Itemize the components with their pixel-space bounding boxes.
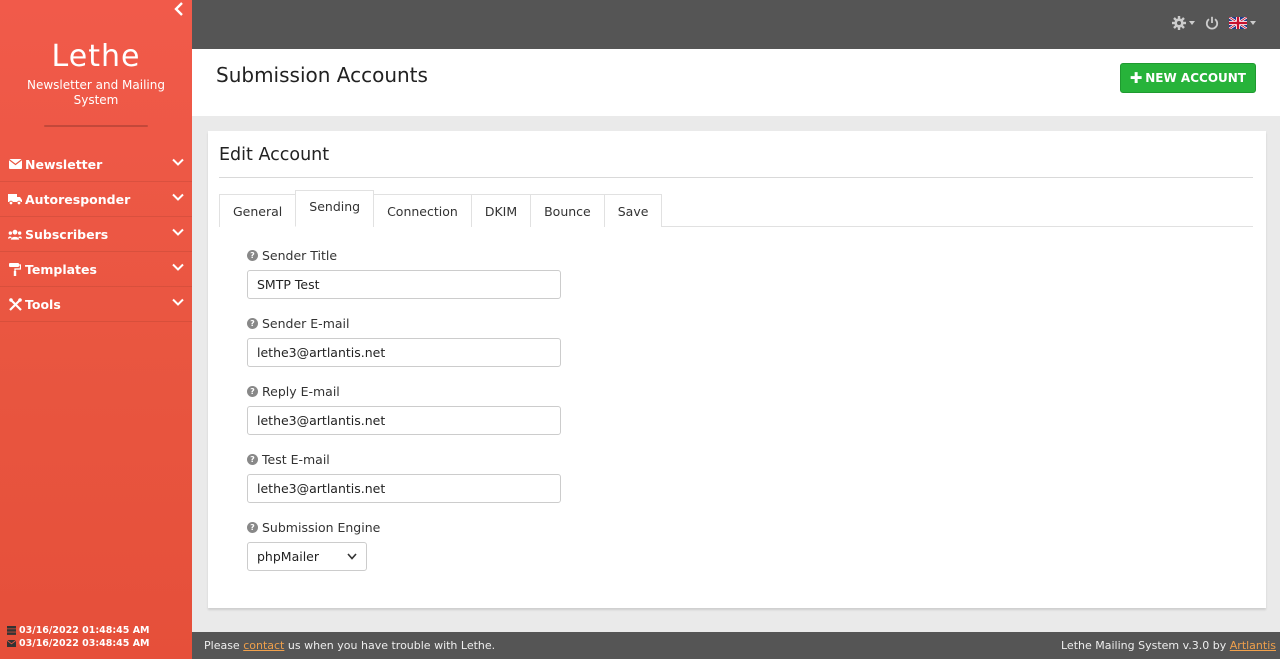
- server-time: 03/16/2022 01:48:45 AM: [7, 624, 150, 637]
- new-account-button[interactable]: ✚ NEW ACCOUNT: [1119, 63, 1256, 93]
- submission-engine-value: phpMailer: [257, 549, 320, 564]
- sidebar-item-subscribers[interactable]: Subscribers: [0, 217, 192, 252]
- topbar: [192, 0, 1280, 49]
- caret-down-icon: [1189, 21, 1195, 25]
- users-icon: [8, 227, 22, 241]
- tab-sending[interactable]: Sending: [295, 190, 375, 227]
- sidebar-item-label: Newsletter: [25, 156, 103, 172]
- help-icon[interactable]: ?: [247, 317, 258, 329]
- sidebar-item-templates[interactable]: Templates: [0, 252, 192, 287]
- sidebar-item-tools[interactable]: Tools: [0, 287, 192, 322]
- page-header: Submission Accounts ✚ NEW ACCOUNT: [192, 49, 1280, 116]
- tab-connection[interactable]: Connection: [373, 194, 472, 227]
- reply-email-field: ? Reply E-mail: [247, 382, 561, 435]
- uk-flag-icon: [1229, 17, 1247, 29]
- footer-help-text: Please contact us when you have trouble …: [204, 639, 495, 652]
- new-account-label: NEW ACCOUNT: [1145, 71, 1246, 85]
- submission-engine-label: ? Submission Engine: [247, 518, 561, 536]
- footer-right-prefix: Lethe Mailing System v.3.0 by: [1061, 639, 1227, 652]
- power-icon: [1205, 16, 1219, 30]
- brand-divider: [44, 125, 148, 127]
- footer-left-suffix: us when you have trouble with Lethe.: [287, 639, 496, 652]
- envelope-icon: [8, 157, 22, 171]
- collapse-sidebar-icon[interactable]: [174, 2, 188, 18]
- test-email-label-text: Test E-mail: [262, 451, 330, 467]
- card-divider: [219, 177, 1253, 178]
- gear-icon: [1172, 16, 1186, 30]
- mail-time-value: 03/16/2022 03:48:45 AM: [19, 638, 150, 649]
- settings-menu[interactable]: [1172, 16, 1195, 30]
- tab-dkim[interactable]: DKIM: [470, 194, 532, 227]
- sidebar-item-newsletter[interactable]: Newsletter: [0, 147, 192, 182]
- help-icon[interactable]: ?: [247, 521, 258, 533]
- chevron-down-icon: [347, 553, 357, 560]
- footer: Please contact us when you have trouble …: [192, 632, 1280, 659]
- help-icon[interactable]: ?: [247, 385, 258, 397]
- submission-engine-label-text: Submission Engine: [262, 519, 381, 535]
- plus-icon: ✚: [1129, 68, 1143, 87]
- contact-link[interactable]: contact: [243, 639, 284, 652]
- sender-title-label-text: Sender Title: [262, 247, 338, 263]
- tab-general[interactable]: General: [219, 194, 297, 227]
- sidebar-item-label: Subscribers: [25, 226, 109, 242]
- server-time-value: 03/16/2022 01:48:45 AM: [19, 625, 150, 636]
- logout-button[interactable]: [1205, 16, 1219, 30]
- sidebar-item-label: Templates: [25, 261, 97, 277]
- reply-email-label-text: Reply E-mail: [262, 383, 340, 399]
- truck-icon: [8, 192, 22, 206]
- account-tabs: General Sending Connection DKIM Bounce S…: [219, 190, 1253, 227]
- brand-title: Lethe: [51, 39, 141, 74]
- caret-down-icon: [1250, 21, 1256, 25]
- sidebar: Lethe Newsletter and Mailing System News…: [0, 0, 192, 659]
- sender-email-label: ? Sender E-mail: [247, 314, 561, 332]
- sender-email-input[interactable]: [247, 338, 561, 367]
- brand-subtitle: Newsletter and Mailing System: [26, 78, 165, 107]
- artlantis-link[interactable]: Artlantis: [1230, 639, 1276, 652]
- paint-roller-icon: [8, 262, 22, 276]
- help-icon[interactable]: ?: [247, 453, 258, 465]
- page-title: Submission Accounts: [216, 63, 428, 87]
- submission-engine-select[interactable]: phpMailer: [247, 542, 367, 571]
- tab-bounce[interactable]: Bounce: [530, 194, 605, 227]
- test-email-field: ? Test E-mail: [247, 450, 561, 503]
- sidebar-item-label: Autoresponder: [25, 191, 131, 207]
- sender-title-field: ? Sender Title: [247, 246, 561, 299]
- envelope-icon: [7, 640, 16, 647]
- card-title: Edit Account: [219, 145, 330, 165]
- sidebar-nav: Newsletter Autoresponder Subscribers Tem…: [0, 147, 192, 322]
- sender-title-label: ? Sender Title: [247, 246, 561, 264]
- brand: Lethe Newsletter and Mailing System: [0, 0, 192, 127]
- help-icon[interactable]: ?: [247, 249, 258, 261]
- sender-email-label-text: Sender E-mail: [262, 315, 350, 331]
- sending-form: ? Sender Title ? Sender E-mail ? Reply E…: [247, 246, 561, 571]
- chevron-down-icon: [172, 228, 184, 240]
- sidebar-item-label: Tools: [25, 296, 61, 312]
- test-email-label: ? Test E-mail: [247, 450, 561, 468]
- sender-title-input[interactable]: [247, 270, 561, 299]
- tools-icon: [8, 297, 22, 311]
- topbar-icons: [1172, 16, 1256, 30]
- reply-email-label: ? Reply E-mail: [247, 382, 561, 400]
- footer-left-prefix: Please: [204, 639, 240, 652]
- chevron-down-icon: [172, 158, 184, 170]
- submission-engine-field: ? Submission Engine phpMailer: [247, 518, 561, 571]
- chevron-down-icon: [172, 193, 184, 205]
- reply-email-input[interactable]: [247, 406, 561, 435]
- footer-credits: Lethe Mailing System v.3.0 by Artlantis: [1061, 639, 1276, 652]
- mail-time: 03/16/2022 03:48:45 AM: [7, 637, 150, 650]
- chevron-down-icon: [172, 263, 184, 275]
- sidebar-item-autoresponder[interactable]: Autoresponder: [0, 182, 192, 217]
- chevron-down-icon: [172, 298, 184, 310]
- tab-save[interactable]: Save: [603, 194, 663, 227]
- sender-email-field: ? Sender E-mail: [247, 314, 561, 367]
- server-icon: [7, 626, 16, 635]
- sidebar-times: 03/16/2022 01:48:45 AM 03/16/2022 03:48:…: [7, 624, 150, 650]
- edit-account-card: Edit Account General Sending Connection …: [208, 131, 1266, 608]
- test-email-input[interactable]: [247, 474, 561, 503]
- language-menu[interactable]: [1229, 17, 1256, 29]
